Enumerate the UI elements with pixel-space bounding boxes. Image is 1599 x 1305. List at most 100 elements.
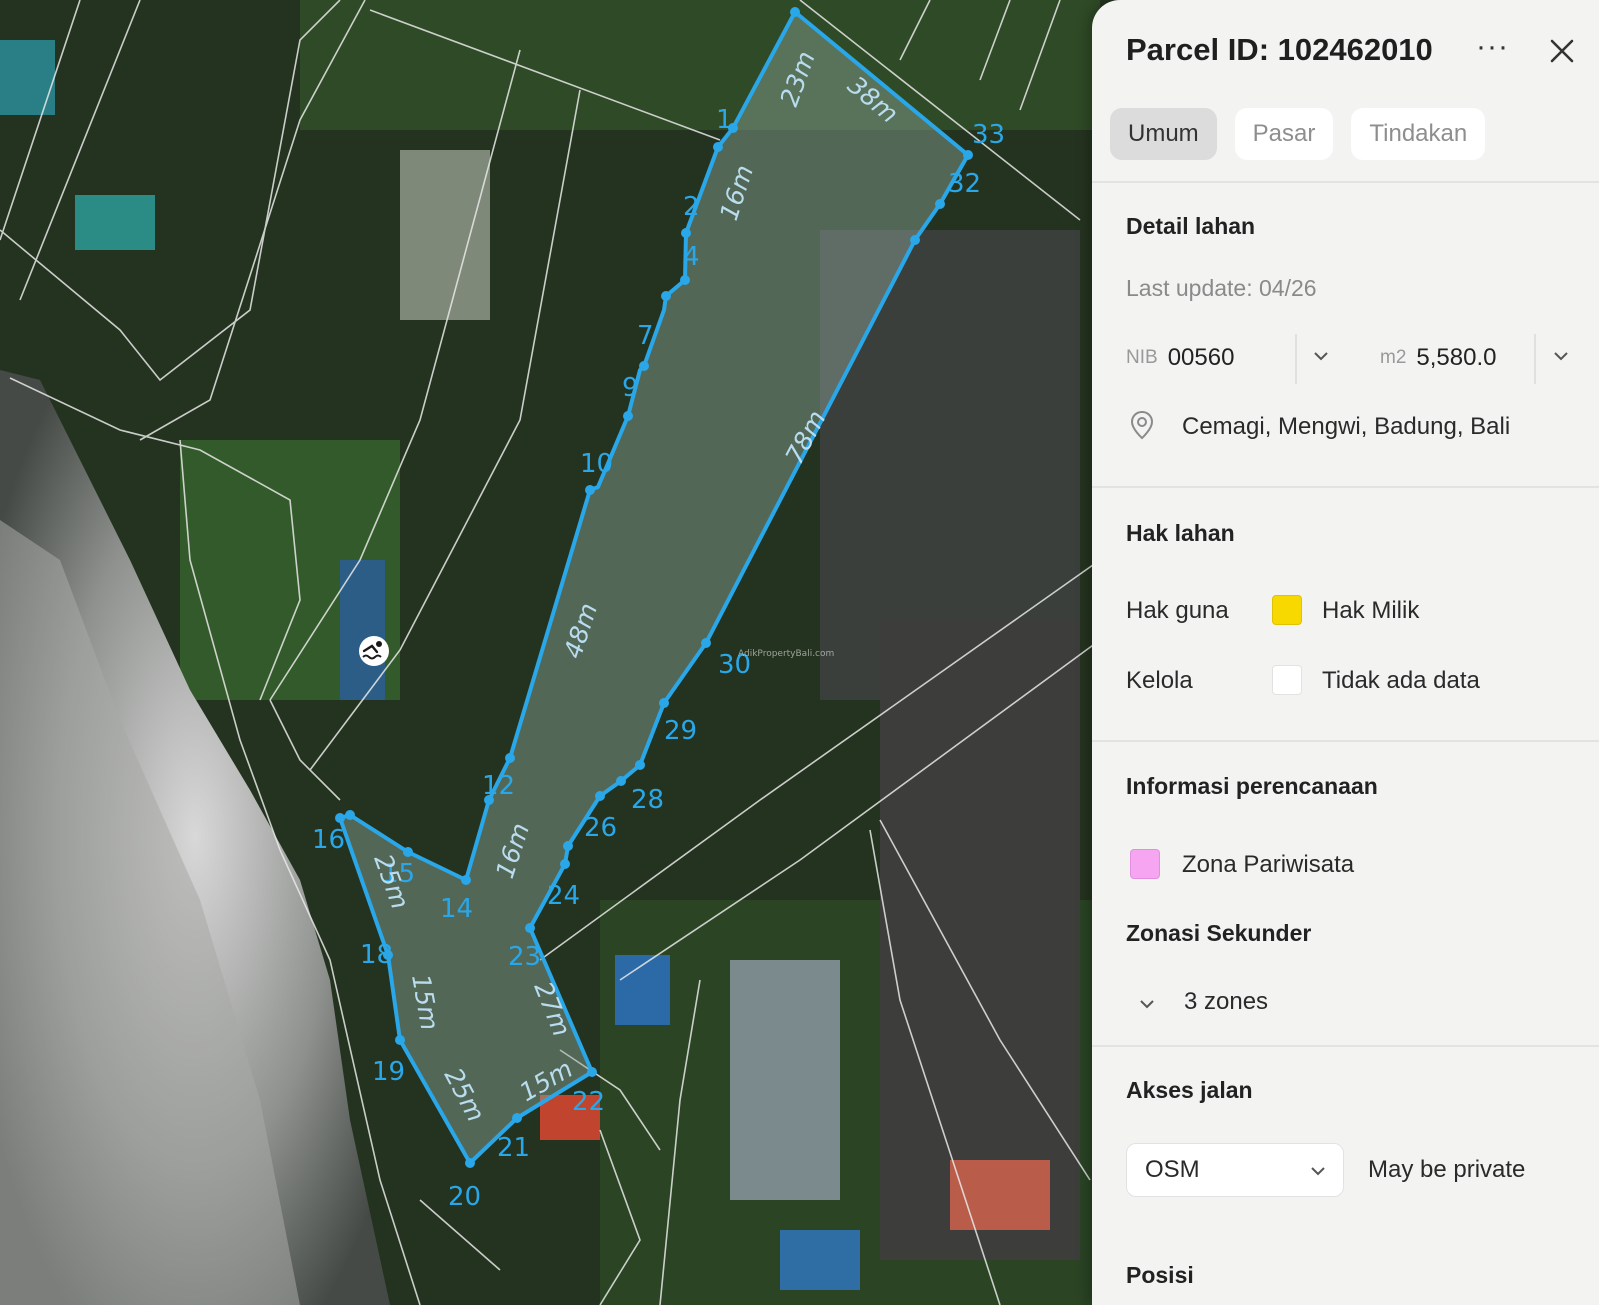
parcel-vertex[interactable] — [585, 485, 595, 495]
nib-label: NIB — [1126, 347, 1158, 368]
parcel-vertex[interactable] — [659, 698, 669, 708]
vertex-label: 26 — [584, 813, 617, 843]
vertex-label: 23 — [508, 942, 541, 972]
nib-value: 00560 — [1167, 344, 1235, 371]
hak-guna-swatch — [1272, 595, 1302, 625]
parcel-vertex[interactable] — [701, 638, 711, 648]
parcel-vertex[interactable] — [395, 1035, 405, 1045]
road-source-value: OSM — [1145, 1156, 1200, 1183]
location-text: Cemagi, Mengwi, Badung, Bali — [1182, 413, 1511, 440]
parcel-vertex[interactable] — [587, 1067, 597, 1077]
kelola-swatch — [1272, 665, 1302, 695]
section-heading-road-access: Akses jalan — [1126, 1077, 1253, 1103]
building-roof — [730, 960, 840, 1200]
hak-guna-value: Hak Milik — [1322, 597, 1420, 624]
parcel-vertex[interactable] — [525, 923, 535, 933]
divider — [1295, 334, 1297, 384]
chevron-down-icon[interactable] — [1138, 998, 1156, 1010]
parcel-vertex[interactable] — [563, 841, 573, 851]
parcel-detail-panel: Parcel ID: 102462010 ··· Umum Pasar Tind… — [1092, 0, 1599, 1305]
vertex-label: 33 — [972, 120, 1005, 150]
vegetation-patch — [300, 0, 1100, 130]
parcel-vertex[interactable] — [935, 199, 945, 209]
section-heading-land-detail: Detail lahan — [1126, 213, 1256, 239]
building-roof — [400, 150, 490, 320]
section-heading-position: Posisi — [1126, 1262, 1194, 1288]
vertex-label: 14 — [440, 894, 473, 924]
tab-tindakan[interactable]: Tindakan — [1351, 108, 1486, 160]
divider — [1092, 181, 1599, 183]
road-source-select[interactable]: OSM — [1126, 1143, 1344, 1197]
building-roof — [780, 1230, 860, 1290]
area-value: 5,580.0 — [1416, 344, 1497, 371]
vertex-label: 24 — [547, 881, 580, 911]
parcel-vertex[interactable] — [639, 361, 649, 371]
building-roof — [950, 1160, 1050, 1230]
area-field[interactable]: m2 5,580.0 — [1380, 330, 1496, 386]
vertex-label: 2 — [683, 192, 700, 222]
secondary-zones-toggle[interactable]: 3 zones — [1184, 988, 1268, 1016]
chevron-down-icon[interactable] — [1312, 350, 1330, 362]
vertex-label: 16 — [312, 825, 345, 855]
parcel-vertex[interactable] — [790, 7, 800, 17]
parcel-vertex[interactable] — [335, 813, 345, 823]
vertex-label: 9 — [622, 373, 639, 403]
vertex-label: 12 — [482, 771, 515, 801]
vertex-label: 7 — [637, 321, 654, 351]
kelola-label: Kelola — [1126, 667, 1193, 694]
tab-umum[interactable]: Umum — [1110, 108, 1217, 160]
parcel-vertex[interactable] — [680, 275, 690, 285]
vertex-label: 20 — [448, 1182, 481, 1212]
parcel-vertex[interactable] — [403, 847, 413, 857]
more-horizontal-icon[interactable]: ··· — [1476, 30, 1509, 64]
vertex-label: 4 — [683, 242, 700, 272]
pool — [0, 40, 55, 115]
kelola-value: Tidak ada data — [1322, 667, 1480, 694]
parcel-vertex[interactable] — [635, 760, 645, 770]
parcel-vertex[interactable] — [713, 142, 723, 152]
vertex-label: 32 — [948, 169, 981, 199]
map-watermark: AdikPropertyBali.com — [738, 649, 834, 659]
parcel-vertex[interactable] — [461, 875, 471, 885]
parcel-vertex[interactable] — [623, 411, 633, 421]
divider — [1092, 486, 1599, 488]
last-update-text: Last update: 04/26 — [1126, 275, 1317, 301]
parcel-vertex[interactable] — [661, 291, 671, 301]
parcel-title: Parcel ID: 102462010 — [1126, 32, 1433, 67]
section-heading-land-rights: Hak lahan — [1126, 520, 1235, 546]
divider — [1534, 334, 1536, 384]
vertex-label: 18 — [360, 940, 393, 970]
vertex-label: 19 — [372, 1057, 405, 1087]
parcel-vertex[interactable] — [681, 228, 691, 238]
divider — [1092, 740, 1599, 742]
parcel-vertex[interactable] — [595, 791, 605, 801]
swimming-icon[interactable] — [359, 636, 389, 666]
vertex-label: 10 — [580, 449, 613, 479]
tab-pasar[interactable]: Pasar — [1234, 108, 1334, 160]
chevron-down-icon — [1311, 1167, 1325, 1176]
panel-tabs: Umum Pasar Tindakan — [1110, 108, 1486, 160]
section-heading-secondary-zoning: Zonasi Sekunder — [1126, 920, 1312, 946]
area-label: m2 — [1380, 347, 1407, 368]
vertex-label: 22 — [572, 1087, 605, 1117]
section-heading-planning: Informasi perencanaan — [1126, 773, 1378, 799]
road-access-note: May be private — [1368, 1156, 1526, 1183]
divider — [1092, 1045, 1599, 1047]
parcel-vertex[interactable] — [963, 150, 973, 160]
parcel-vertex[interactable] — [910, 235, 920, 245]
nib-field[interactable]: NIB 00560 — [1126, 330, 1234, 386]
map-pin-icon — [1130, 410, 1154, 440]
parcel-vertex[interactable] — [505, 753, 515, 763]
zone-swatch — [1130, 849, 1160, 879]
parcel-vertex[interactable] — [560, 859, 570, 869]
parcel-vertex[interactable] — [512, 1113, 522, 1123]
vertex-label: 29 — [664, 716, 697, 746]
parcel-vertex[interactable] — [616, 776, 626, 786]
vertex-label: 21 — [497, 1133, 530, 1163]
vertex-label: 1 — [716, 105, 733, 135]
chevron-down-icon[interactable] — [1552, 350, 1570, 362]
parcel-vertex[interactable] — [465, 1158, 475, 1168]
pool — [75, 195, 155, 250]
close-icon[interactable] — [1547, 36, 1577, 66]
parcel-vertex[interactable] — [345, 810, 355, 820]
